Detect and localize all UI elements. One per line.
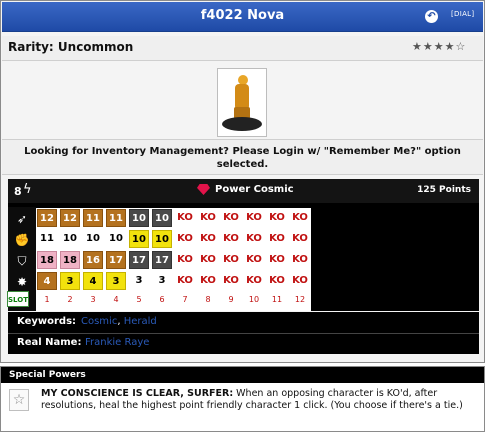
dial-cell: 3 [129, 272, 149, 290]
damage-icon: ✸ [16, 275, 28, 289]
dial-cell: 10 [152, 209, 172, 227]
slot-number[interactable]: 3 [83, 295, 103, 309]
page-title: f4022 Nova [200, 8, 285, 23]
slot-number[interactable]: 2 [60, 295, 80, 309]
dial-cell: 10 [106, 230, 126, 248]
dial-cell: KO [221, 209, 241, 227]
dial-cell: 3 [106, 272, 126, 290]
dial-cell: KO [175, 251, 195, 269]
dial-cell: 11 [106, 209, 126, 227]
dial-cell: 10 [129, 230, 149, 248]
speed-icon: ➶ [16, 212, 28, 226]
dial-cell: KO [221, 272, 241, 290]
special-powers-header: Special Powers [1, 367, 484, 383]
dial-cell: KO [198, 251, 218, 269]
special-power-text: MY CONSCIENCE IS CLEAR, SURFER: When an … [41, 388, 476, 412]
range-bolt-icon: ϟ [23, 182, 32, 197]
dial-cell: 12 [37, 209, 57, 227]
defense-icon: ⛉ [17, 254, 27, 268]
dial-cell: KO [244, 251, 264, 269]
keyword-link[interactable]: Cosmic [81, 316, 117, 327]
login-message: Looking for Inventory Management? Please… [2, 139, 483, 175]
slot-number[interactable]: 5 [129, 295, 149, 309]
rarity-row: Rarity: Uncommon ★★★★☆ [2, 36, 483, 61]
slot-number[interactable]: 11 [267, 295, 287, 309]
dial-cell: 4 [83, 272, 103, 290]
dial-link[interactable]: [DIAL] [451, 10, 474, 18]
dial-cell: 3 [152, 272, 172, 290]
dial-cell: 10 [129, 209, 149, 227]
dial-cell: KO [198, 272, 218, 290]
dial-cell: 3 [60, 272, 80, 290]
slot-number[interactable]: 7 [175, 295, 195, 309]
real-name-label: Real Name: [17, 337, 82, 348]
slot-number[interactable]: 1 [37, 295, 57, 309]
dial-cell: KO [244, 272, 264, 290]
dial-cell: 17 [106, 251, 126, 269]
figure-base [222, 117, 262, 131]
dial-cell: 17 [129, 251, 149, 269]
figure-body [235, 84, 249, 108]
dial-grid: 12 12 11 11 10 10 KO KO KO KO KO KO 11 10 10 10 10 10 KO KO… [36, 208, 311, 311]
dial-cell: KO [267, 272, 287, 290]
power-label: Power Cosmic [215, 184, 294, 195]
dial-cell: KO [290, 272, 310, 290]
keywords-label: Keywords: [17, 316, 77, 327]
slot-number[interactable]: 10 [244, 295, 264, 309]
dial-cell: 16 [83, 251, 103, 269]
dial-cell: KO [221, 230, 241, 248]
back-icon[interactable]: ↶ [425, 10, 438, 23]
slot-number[interactable]: 6 [152, 295, 172, 309]
dial-cell: KO [290, 251, 310, 269]
rarity-label: Rarity: Uncommon [8, 40, 134, 54]
dial-cell: KO [267, 251, 287, 269]
real-name-link[interactable]: Frankie Raye [85, 337, 149, 348]
dial-cell: 17 [152, 251, 172, 269]
dial-cell: KO [198, 230, 218, 248]
character-card: f4022 Nova ↶ [DIAL] Rarity: Uncommon ★★★… [0, 0, 485, 363]
dial-cell: KO [198, 209, 218, 227]
slot-label: SLOT [7, 291, 29, 307]
keywords-row: Keywords: Cosmic, Herald [8, 312, 479, 334]
dial-cell: KO [244, 209, 264, 227]
dial-cell: KO [175, 272, 195, 290]
power-cosmic-icon [197, 184, 210, 195]
keyword-link[interactable]: Herald [124, 316, 157, 327]
dial-cell: 18 [60, 251, 80, 269]
star-icon: ☆ [9, 389, 29, 411]
slot-number[interactable]: 9 [221, 295, 241, 309]
dial-cell: 12 [60, 209, 80, 227]
dial-cell: 10 [60, 230, 80, 248]
keywords-values: Cosmic, Herald [81, 316, 157, 327]
dial-cell: 18 [37, 251, 57, 269]
dial-cell: 11 [37, 230, 57, 248]
dial-cell: 4 [37, 272, 57, 290]
dial-cell: KO [244, 230, 264, 248]
dial-cell: KO [267, 230, 287, 248]
dial-cell: KO [175, 209, 195, 227]
range-value: 8 [14, 185, 22, 198]
dial-cell: KO [267, 209, 287, 227]
special-powers-panel: Special Powers ☆ MY CONSCIENCE IS CLEAR,… [0, 366, 485, 432]
title-bar: f4022 Nova ↶ [DIAL] [2, 2, 483, 32]
real-name-row: Real Name: Frankie Raye [8, 334, 479, 354]
dial-cell: 10 [83, 230, 103, 248]
slot-number[interactable]: 8 [198, 295, 218, 309]
slot-number[interactable]: 12 [290, 295, 310, 309]
dial-cell: 11 [83, 209, 103, 227]
special-power-name: MY CONSCIENCE IS CLEAR, SURFER: [41, 388, 234, 399]
stats-bar: 8 ϟ Power Cosmic 125 Points [8, 179, 479, 203]
attack-icon: ✊ [14, 233, 30, 247]
rating-stars-icon: ★★★★☆ [412, 40, 467, 53]
dial-cell: KO [290, 230, 310, 248]
figure-image[interactable] [217, 68, 267, 137]
dial-cell: KO [290, 209, 310, 227]
slot-number[interactable]: 4 [106, 295, 126, 309]
dial-cell: KO [221, 251, 241, 269]
dial-cell: 10 [152, 230, 172, 248]
points-value: 125 Points [417, 185, 471, 195]
dial-cell: KO [175, 230, 195, 248]
